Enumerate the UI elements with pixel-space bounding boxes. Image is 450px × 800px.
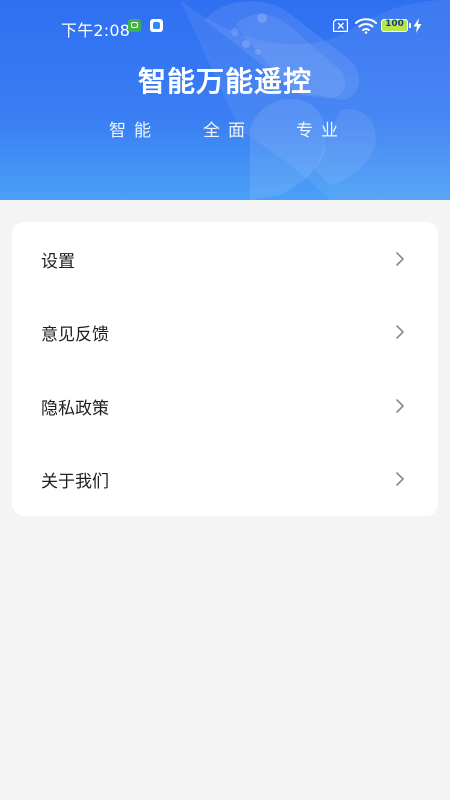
menu-item-label: 设置	[41, 252, 75, 272]
menu-item-label: 意见反馈	[41, 325, 109, 345]
no-sim-icon	[333, 19, 348, 32]
chevron-right-icon	[396, 325, 404, 339]
menu-card: 设置 意见反馈 隐私政策 关于我们	[12, 222, 438, 516]
wifi-icon	[355, 18, 377, 34]
tagline-smart: 智能	[109, 121, 159, 141]
menu-item-label: 关于我们	[41, 472, 109, 492]
app-notification-icon	[128, 19, 141, 32]
chevron-right-icon	[396, 399, 404, 413]
menu-item-label: 隐私政策	[41, 399, 109, 419]
app-title: 智能万能遥控	[137, 65, 312, 98]
chevron-right-icon	[396, 472, 404, 486]
charging-bolt-icon	[413, 18, 422, 33]
app-notification-icon-2	[150, 19, 163, 32]
menu-item-feedback[interactable]: 意见反馈	[12, 295, 438, 368]
tagline-comprehensive: 全面	[203, 121, 253, 141]
chevron-right-icon	[396, 252, 404, 266]
menu-item-settings[interactable]: 设置	[12, 222, 438, 295]
battery-icon: 100	[381, 19, 408, 32]
header-banner: 下午2:08 100 智能万能遥控 智能 全面 专业	[0, 0, 450, 200]
menu-item-privacy-policy[interactable]: 隐私政策	[12, 369, 438, 442]
menu-item-about-us[interactable]: 关于我们	[12, 442, 438, 515]
battery-cap	[409, 23, 411, 28]
battery-level: 100	[385, 19, 404, 29]
status-time: 下午2:08	[61, 21, 131, 40]
tagline-professional: 专业	[296, 121, 346, 141]
status-bar: 下午2:08 100	[0, 0, 450, 52]
